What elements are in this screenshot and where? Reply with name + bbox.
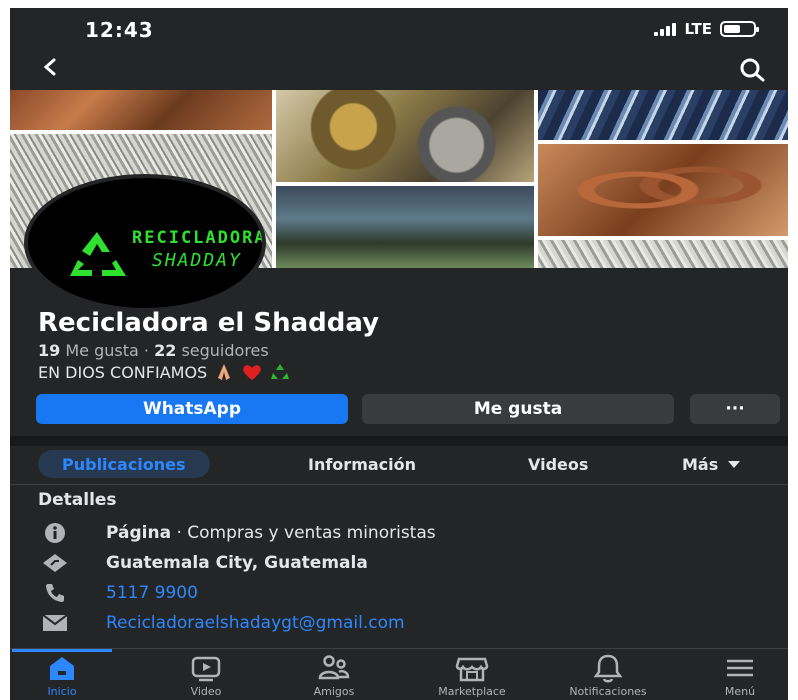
- nav-label: Notificaciones: [569, 685, 647, 698]
- nav-notificaciones[interactable]: Notificaciones: [548, 649, 668, 700]
- detail-row-email: Recicladoraelshadaygt@gmail.com: [10, 610, 788, 636]
- logo-text: RECICLADORA: [132, 228, 266, 248]
- followers-label: seguidores: [181, 341, 269, 360]
- nav-video[interactable]: Video: [146, 649, 266, 700]
- page-category: · Compras y ventas minoristas: [171, 523, 436, 543]
- cover-tile: [10, 90, 272, 130]
- detail-row-phone: 5117 9900: [10, 580, 788, 606]
- phone-icon: [42, 582, 68, 604]
- top-nav: [10, 52, 788, 90]
- nav-label: Amigos: [313, 685, 355, 698]
- bottom-nav: Inicio Video Amigos Marketplace Notifica…: [10, 648, 788, 700]
- details-heading: Detalles: [38, 490, 117, 510]
- likes-label: Me gusta: [65, 341, 139, 360]
- nav-label: Inicio: [47, 685, 77, 698]
- detail-row-category: Página · Compras y ventas minoristas: [10, 520, 788, 546]
- nav-label: Marketplace: [438, 685, 506, 698]
- cover-tile: [276, 90, 534, 182]
- location-pin-icon: [42, 552, 68, 574]
- recycle-icon: [271, 364, 290, 379]
- followers-count: 22: [154, 341, 177, 360]
- praying-hands-icon: [218, 364, 231, 380]
- email-link[interactable]: Recicladoraelshadaygt@gmail.com: [106, 613, 405, 633]
- cover-tile: [538, 90, 788, 140]
- detail-category-text: Página · Compras y ventas minoristas: [106, 523, 436, 543]
- whatsapp-button[interactable]: WhatsApp: [36, 394, 348, 424]
- cover-tile: [538, 240, 788, 268]
- video-icon: [191, 656, 221, 682]
- page-title: Recicladora el Shadday: [38, 308, 380, 338]
- cover-tile: [276, 186, 534, 268]
- tab-mas-label: Más: [682, 454, 719, 474]
- detail-row-location: Guatemala City, Guatemala: [10, 550, 788, 576]
- likes-count: 19: [38, 341, 61, 360]
- tab-mas[interactable]: Más: [682, 450, 742, 478]
- phone-screen: 12:43 LTE RECICLADORA SHADDAY Reciclador…: [10, 8, 788, 700]
- location-text[interactable]: Guatemala City, Guatemala: [106, 553, 368, 573]
- friends-icon: [318, 655, 350, 680]
- tab-publicaciones[interactable]: Publicaciones: [38, 450, 210, 478]
- nav-label: Video: [190, 685, 222, 698]
- tab-videos[interactable]: Videos: [528, 450, 588, 478]
- heart-icon: [243, 365, 261, 380]
- nav-inicio[interactable]: Inicio: [10, 649, 122, 700]
- network-label: LTE: [684, 20, 712, 38]
- signal-icon: [654, 22, 677, 36]
- section-divider: [10, 436, 788, 446]
- page-type-label: Página: [106, 523, 172, 543]
- nav-label: Menú: [724, 685, 756, 698]
- logo-text: SHADDAY: [152, 250, 242, 271]
- status-time: 12:43: [85, 18, 154, 42]
- nav-marketplace[interactable]: Marketplace: [412, 649, 532, 700]
- status-bar: 12:43 LTE: [10, 8, 788, 52]
- like-button[interactable]: Me gusta: [362, 394, 674, 424]
- home-icon: [50, 657, 74, 680]
- marketplace-icon: [455, 657, 489, 682]
- page-tabs: Publicaciones Información Videos Más: [10, 446, 788, 485]
- recycle-icon: [70, 232, 126, 276]
- nav-menu[interactable]: Menú: [680, 649, 788, 700]
- search-icon[interactable]: [738, 56, 766, 84]
- menu-icon: [727, 659, 753, 677]
- bio-text: EN DIOS CONFIAMOS: [38, 362, 208, 382]
- caret-down-icon: [728, 461, 741, 468]
- battery-icon: [720, 21, 759, 37]
- phone-link[interactable]: 5117 9900: [106, 583, 198, 603]
- cover-tile: [538, 144, 788, 236]
- status-indicators: LTE: [654, 20, 759, 38]
- profile-avatar[interactable]: RECICLADORA SHADDAY: [24, 174, 266, 312]
- bell-icon: [593, 654, 623, 683]
- back-icon[interactable]: [40, 54, 60, 84]
- email-icon: [42, 612, 68, 634]
- page-bio: EN DIOS CONFIAMOS: [38, 362, 291, 382]
- nav-amigos[interactable]: Amigos: [274, 649, 394, 700]
- more-options-button[interactable]: ···: [690, 394, 780, 424]
- tab-informacion[interactable]: Información: [308, 450, 416, 478]
- stats-separator: ·: [143, 341, 149, 360]
- page-stats: 19 Me gusta · 22 seguidores: [38, 341, 269, 360]
- info-icon: [42, 522, 68, 544]
